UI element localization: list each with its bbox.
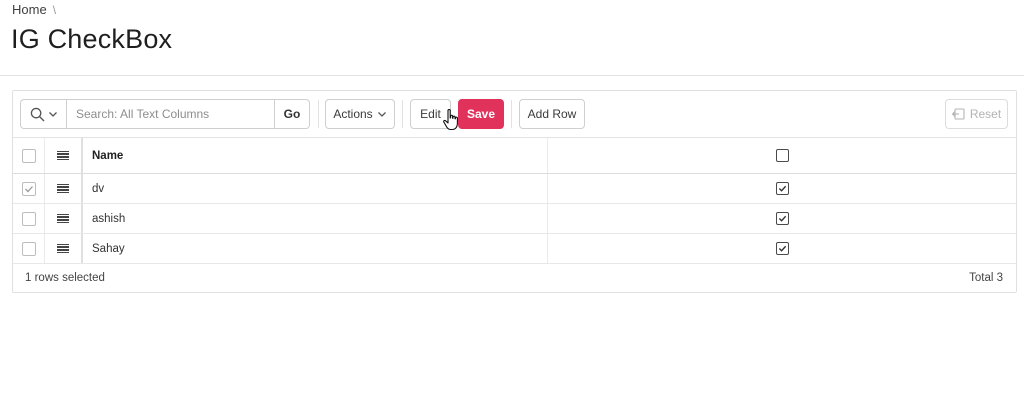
header-checkbox[interactable] (775, 149, 789, 162)
grid-footer: 1 rows selected Total 3 (13, 262, 1016, 293)
breadcrumb: Home \ (12, 2, 56, 17)
page-title: IG CheckBox (11, 24, 173, 54)
row-select-checkbox[interactable] (21, 211, 36, 226)
check-icon (778, 245, 786, 252)
grid-toolbar: Go Actions Edit Save Add Row Reset (13, 91, 1016, 137)
menu-lines-icon[interactable] (57, 183, 69, 194)
name-cell[interactable]: Sahay (83, 234, 548, 263)
table-row[interactable]: ashish (13, 204, 1016, 234)
name-cell[interactable]: ashish (83, 204, 548, 233)
toolbar-separator (318, 100, 319, 128)
reset-icon (951, 108, 965, 120)
search-icon (30, 107, 44, 121)
search-group: Go (20, 99, 310, 129)
search-column-menu[interactable] (20, 99, 66, 129)
table-row[interactable]: Sahay (13, 234, 1016, 264)
flag-cell[interactable] (548, 204, 1016, 233)
row-select-checkbox[interactable] (21, 241, 36, 256)
row-actions-cell (45, 174, 83, 203)
title-divider (0, 75, 1024, 76)
check-icon (778, 185, 786, 192)
check-icon (778, 215, 786, 222)
flag-checkbox[interactable] (775, 212, 789, 225)
grid-table: Name dv ashish Sahay (13, 137, 1016, 264)
actions-label: Actions (333, 107, 373, 121)
row-select-cell (13, 204, 45, 233)
row-actions-cell (45, 234, 83, 263)
go-button[interactable]: Go (275, 99, 310, 129)
flag-checkbox[interactable] (775, 242, 789, 255)
search-input[interactable] (66, 99, 275, 129)
breadcrumb-home[interactable]: Home (12, 2, 47, 17)
flag-cell[interactable] (548, 174, 1016, 203)
row-actions-cell (45, 204, 83, 233)
menu-lines-icon[interactable] (57, 150, 69, 161)
actions-header-cell (45, 138, 83, 173)
save-button[interactable]: Save (458, 99, 504, 129)
row-select-cell (13, 174, 45, 203)
reset-button[interactable]: Reset (945, 99, 1008, 129)
menu-lines-icon[interactable] (57, 213, 69, 224)
interactive-grid-region: Go Actions Edit Save Add Row Reset (12, 90, 1017, 293)
add-row-button[interactable]: Add Row (519, 99, 585, 129)
edit-button[interactable]: Edit (410, 99, 451, 129)
flag-checkbox[interactable] (775, 182, 789, 195)
check-icon (24, 185, 33, 192)
column-header-flag[interactable] (548, 138, 1016, 173)
grid-header-row: Name (13, 138, 1016, 174)
chevron-down-icon (48, 112, 57, 117)
toolbar-separator (402, 100, 403, 128)
row-select-checkbox[interactable] (21, 181, 36, 196)
table-row[interactable]: dv (13, 174, 1016, 204)
column-header-name[interactable]: Name (83, 138, 548, 173)
chevron-down-icon (377, 112, 386, 117)
toolbar-separator (511, 100, 512, 128)
menu-lines-icon[interactable] (57, 243, 69, 254)
select-all-checkbox[interactable] (21, 148, 36, 163)
total-count: Total 3 (969, 271, 1003, 284)
reset-label: Reset (969, 107, 1002, 121)
select-all-cell (13, 138, 45, 173)
breadcrumb-separator: \ (52, 2, 57, 17)
actions-menu-button[interactable]: Actions (325, 99, 395, 129)
name-cell[interactable]: dv (83, 174, 548, 203)
row-select-cell (13, 234, 45, 263)
selection-count: 1 rows selected (25, 271, 105, 284)
flag-cell[interactable] (548, 234, 1016, 263)
